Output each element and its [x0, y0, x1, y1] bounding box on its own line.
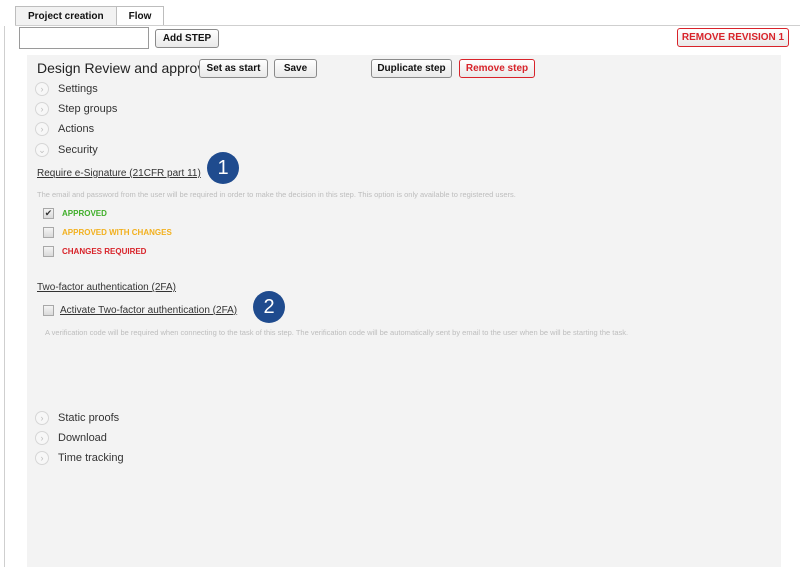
- twofa-hint: A verification code will be required whe…: [45, 328, 629, 337]
- remove-revision-button[interactable]: REMOVE REVISION 1: [677, 28, 789, 47]
- chevron-down-icon: ⌄: [35, 143, 49, 157]
- esignature-title[interactable]: Require e-Signature (21CFR part 11): [37, 168, 201, 179]
- section-label: Actions: [58, 123, 95, 135]
- duplicate-step-button[interactable]: Duplicate step: [371, 59, 452, 78]
- section-label: Settings: [58, 83, 98, 95]
- chevron-right-icon: ›: [35, 411, 49, 425]
- decision-approved-with-changes-row[interactable]: APPROVED WITH CHANGES: [43, 226, 172, 238]
- section-label: Time tracking: [58, 452, 124, 464]
- twofa-checkbox-label[interactable]: Activate Two-factor authentication (2FA): [60, 305, 237, 316]
- callout-badge-1: 1: [207, 152, 239, 184]
- chevron-right-icon: ›: [35, 431, 49, 445]
- callout-badge-2: 2: [253, 291, 285, 323]
- section-actions[interactable]: › Actions: [35, 121, 94, 137]
- section-label: Static proofs: [58, 412, 120, 424]
- twofa-row[interactable]: Activate Two-factor authentication (2FA): [43, 304, 237, 316]
- remove-step-button[interactable]: Remove step: [459, 59, 535, 78]
- decision-changes-required-row[interactable]: CHANGES REQUIRED: [43, 245, 146, 257]
- section-settings[interactable]: › Settings: [35, 81, 98, 97]
- section-time-tracking[interactable]: › Time tracking: [35, 450, 124, 466]
- set-as-start-button[interactable]: Set as start: [199, 59, 268, 78]
- checkbox-approved[interactable]: ✔: [43, 207, 54, 219]
- chevron-right-icon: ›: [35, 102, 49, 116]
- esignature-hint: The email and password from the user wil…: [37, 190, 516, 199]
- section-step-groups[interactable]: › Step groups: [35, 101, 117, 117]
- checkmark-icon: ✔: [44, 207, 53, 218]
- decision-label: CHANGES REQUIRED: [62, 246, 147, 256]
- twofa-title[interactable]: Two-factor authentication (2FA): [37, 282, 176, 293]
- decision-approved-row[interactable]: ✔ APPROVED: [43, 207, 107, 219]
- tab-project-creation[interactable]: Project creation: [15, 6, 117, 26]
- tab-divider: [15, 25, 800, 26]
- checkbox-approved-with-changes[interactable]: [43, 226, 54, 238]
- checkbox-twofa[interactable]: [43, 304, 54, 316]
- section-download[interactable]: › Download: [35, 430, 107, 446]
- section-label: Download: [58, 432, 107, 444]
- chevron-right-icon: ›: [35, 82, 49, 96]
- step-title: Design Review and approval: [37, 60, 216, 76]
- chevron-right-icon: ›: [35, 122, 49, 136]
- left-frame-border: [4, 26, 5, 567]
- tab-flow[interactable]: Flow: [116, 6, 165, 26]
- add-step-button[interactable]: Add STEP: [155, 29, 219, 48]
- section-static-proofs[interactable]: › Static proofs: [35, 410, 119, 426]
- decision-label: APPROVED WITH CHANGES: [62, 227, 172, 237]
- decision-label: APPROVED: [62, 208, 107, 218]
- section-security[interactable]: ⌄ Security: [35, 142, 98, 158]
- step-name-input[interactable]: [19, 27, 149, 49]
- checkbox-changes-required[interactable]: [43, 245, 54, 257]
- save-button[interactable]: Save: [274, 59, 317, 78]
- section-label: Security: [58, 144, 98, 156]
- section-label: Step groups: [58, 103, 118, 115]
- chevron-right-icon: ›: [35, 451, 49, 465]
- tab-bar: Project creation Flow: [15, 6, 165, 26]
